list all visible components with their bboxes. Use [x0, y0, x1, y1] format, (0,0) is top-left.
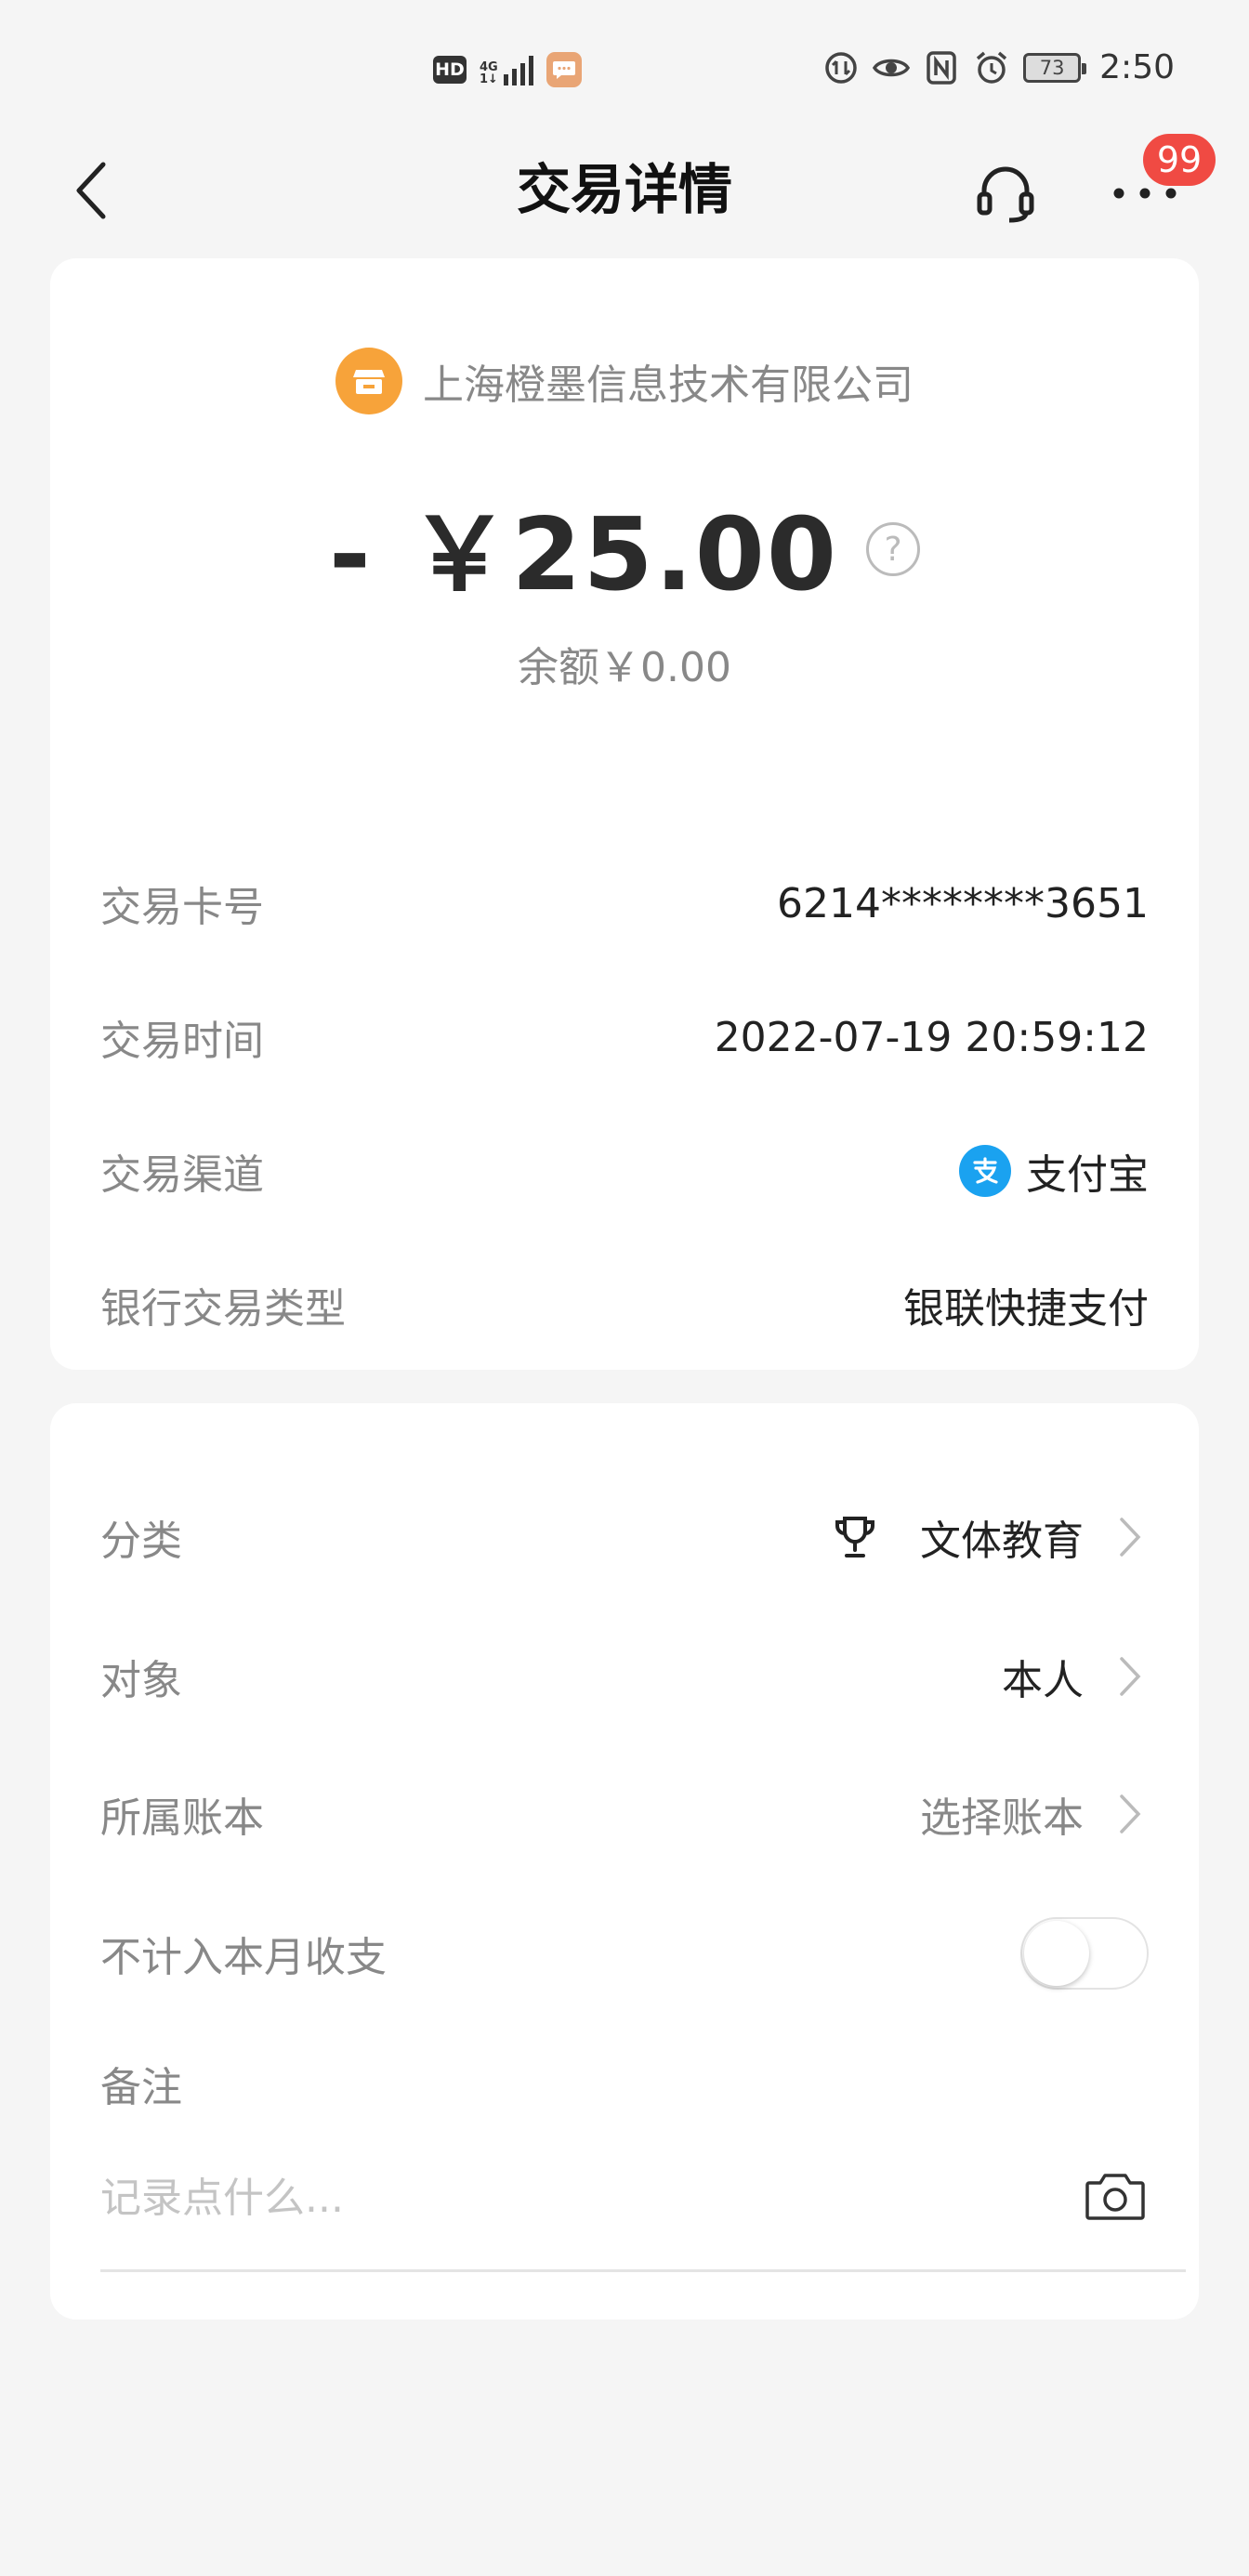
detail-label: 交易渠道 [100, 1151, 264, 1199]
ledger-value: 选择账本 [920, 1794, 1084, 1842]
note-label: 备注 [100, 2064, 182, 2111]
merchant-name: 上海橙墨信息技术有限公司 [423, 361, 914, 409]
toggle-knob [1024, 1921, 1089, 1986]
notification-badge: 99 [1143, 134, 1216, 186]
target-label: 对象 [100, 1657, 182, 1704]
detail-value: 2022-07-19 20:59:12 [714, 1013, 1149, 1061]
detail-label: 交易卡号 [100, 884, 264, 931]
signal-icon: 4G 1↓ [480, 54, 533, 85]
ledger-label: 所属账本 [100, 1794, 264, 1842]
detail-label: 交易时间 [100, 1018, 264, 1065]
ledger-value-group: 选择账本 [920, 1784, 1149, 1844]
detail-value: 6214********3651 [777, 879, 1149, 927]
more-dots-icon [1113, 188, 1177, 199]
merchant: 上海橙墨信息技术有限公司 [50, 348, 1199, 414]
clock-time: 2:50 [1099, 48, 1175, 86]
data-saver-icon [822, 49, 860, 86]
detail-value: 银联快捷支付 [903, 1285, 1149, 1333]
target-row[interactable]: 对象 本人 [100, 1639, 1149, 1714]
headset-icon [977, 166, 1034, 223]
channel-name: 支付宝 [1026, 1151, 1149, 1199]
camera-button[interactable] [1082, 2165, 1149, 2227]
detail-row-card-number: 交易卡号 6214********3651 [100, 866, 1149, 940]
status-left: HD 4G 1↓ [433, 52, 582, 87]
battery-icon: 73 [1023, 52, 1087, 83]
category-value: 文体教育 [920, 1518, 1084, 1565]
camera-icon [1085, 2174, 1145, 2220]
settings-card: 分类 文体教育 对象 本人 所属账本 选择账本 不计入本月收支 备注 记录点什么… [50, 1403, 1199, 2320]
category-label: 分类 [100, 1518, 182, 1565]
alarm-icon [973, 49, 1010, 86]
exclude-toggle[interactable] [1020, 1917, 1149, 1990]
exclude-row: 不计入本月收支 [100, 1916, 1149, 1991]
help-icon[interactable]: ? [866, 522, 921, 576]
note-input[interactable] [100, 2165, 1030, 2230]
message-app-icon [546, 52, 582, 87]
chevron-right-icon [1111, 1514, 1149, 1560]
exclude-label: 不计入本月收支 [100, 1934, 387, 1981]
status-bar: HD 4G 1↓ 73 2:50 [0, 0, 1249, 139]
hd-icon: HD [433, 56, 467, 84]
category-row[interactable]: 分类 文体教育 [100, 1500, 1149, 1574]
channel-value: 支付宝 [959, 1141, 1149, 1201]
ledger-row[interactable]: 所属账本 选择账本 [100, 1777, 1149, 1851]
customer-service-button[interactable] [972, 160, 1039, 227]
transaction-card: 上海橙墨信息技术有限公司 - ￥25.00 ? 余额￥0.00 交易卡号 621… [50, 258, 1199, 1370]
merchant-store-icon [335, 348, 402, 414]
eye-icon [873, 49, 911, 86]
status-right: 73 2:50 [822, 48, 1175, 86]
target-value: 本人 [1002, 1657, 1084, 1704]
navigation-bar: 交易详情 [0, 139, 1249, 242]
chevron-right-icon [1111, 1653, 1149, 1700]
detail-row-bank-type: 银行交易类型 银联快捷支付 [100, 1268, 1149, 1342]
page-title: 交易详情 [516, 158, 732, 221]
note-underline [100, 2269, 1186, 2272]
category-value-group: 文体教育 [829, 1507, 1149, 1567]
chevron-right-icon [1111, 1791, 1149, 1837]
balance-text: 余额￥0.00 [518, 644, 731, 691]
nfc-icon [923, 49, 960, 86]
detail-row-channel: 交易渠道 支付宝 [100, 1134, 1149, 1208]
detail-label: 银行交易类型 [100, 1285, 346, 1333]
target-value-group: 本人 [1002, 1647, 1149, 1706]
amount-row: - ￥25.00 ? [50, 474, 1199, 619]
transaction-amount: - ￥25.00 [328, 497, 839, 613]
detail-row-time: 交易时间 2022-07-19 20:59:12 [100, 1000, 1149, 1074]
trophy-icon [829, 1511, 881, 1563]
alipay-icon [959, 1145, 1011, 1197]
